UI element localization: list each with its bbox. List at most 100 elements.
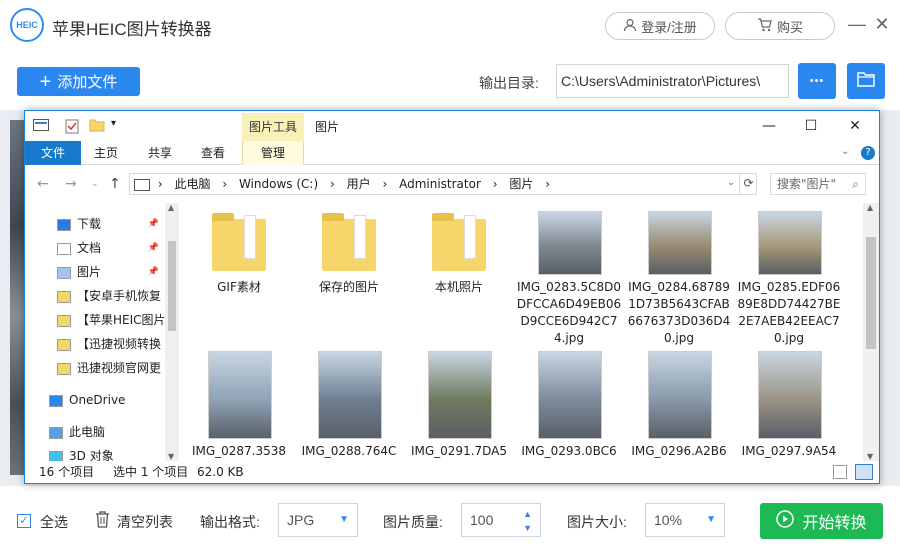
- nav-item-label: 文档: [77, 241, 102, 255]
- more-button[interactable]: •••: [798, 63, 836, 99]
- photo-thumbnail: [758, 211, 822, 275]
- status-size: 62.0 KB: [197, 465, 244, 479]
- address-bar[interactable]: › 此电脑 › Windows (C:) › 用户 › Administrato…: [129, 173, 757, 195]
- large-icons-view-icon[interactable]: [855, 464, 873, 480]
- explorer-minimize-button[interactable]: —: [749, 115, 789, 137]
- explorer-close-button[interactable]: ✕: [835, 115, 875, 137]
- scroll-down-icon[interactable]: ▼: [168, 452, 174, 461]
- start-convert-label: 开始转换: [802, 515, 867, 532]
- minimize-button[interactable]: —: [845, 12, 869, 36]
- nav-item[interactable]: 【迅捷视频转换: [57, 333, 179, 355]
- file-item-label: 保存的图片: [318, 280, 379, 294]
- qat-dropdown-icon[interactable]: ▾: [111, 118, 116, 134]
- file-item-label: IMG_0296.A2B6: [631, 444, 727, 458]
- nav-item-label: OneDrive: [69, 393, 126, 407]
- nav-item[interactable]: 【苹果HEIC图片: [57, 309, 179, 331]
- nav-item[interactable]: 此电脑: [49, 421, 175, 443]
- grid-scrollbar[interactable]: ▲ ▼: [863, 203, 879, 461]
- refresh-icon[interactable]: ⟳: [739, 173, 757, 195]
- size-select[interactable]: 10% ▼: [645, 503, 725, 537]
- format-value: JPG: [287, 512, 315, 528]
- format-select[interactable]: JPG ▼: [278, 503, 358, 537]
- tab-manage[interactable]: 管理: [242, 141, 304, 165]
- buy-label: 购买: [776, 19, 803, 35]
- breadcrumb-pc[interactable]: 此电脑: [174, 177, 210, 191]
- user-icon: [623, 18, 637, 35]
- ribbon-tabs: 文件 主页 共享 查看 管理 ⌄ ?: [25, 141, 879, 165]
- breadcrumb-pictures[interactable]: 图片: [509, 177, 533, 191]
- file-item[interactable]: IMG_0293.0BC6: [515, 351, 623, 460]
- file-item-label: IMG_0283.5C8D0DFCCA6D49EB06D9CCE6D942C74…: [516, 280, 622, 345]
- nav-item[interactable]: 【安卓手机恢复: [57, 285, 179, 307]
- nav-item[interactable]: 迅捷视频官网更: [57, 357, 179, 379]
- file-item[interactable]: IMG_0288.764C: [295, 351, 403, 460]
- explorer-maximize-button[interactable]: ☐: [791, 115, 831, 137]
- file-item[interactable]: GIF素材: [185, 211, 293, 296]
- tab-file[interactable]: 文件: [25, 141, 81, 165]
- buy-button[interactable]: 购买: [725, 12, 835, 40]
- file-item[interactable]: 保存的图片: [295, 211, 403, 296]
- file-item[interactable]: IMG_0297.9A54: [735, 351, 843, 460]
- scroll-up-icon[interactable]: ▲: [867, 203, 873, 212]
- breadcrumb-chevron-icon: ›: [545, 177, 551, 191]
- nav-item[interactable]: 文档 📌: [57, 237, 179, 259]
- nav-item[interactable]: 图片 📌: [57, 261, 179, 283]
- details-view-icon[interactable]: [833, 465, 847, 479]
- breadcrumb-chevron-icon: ›: [157, 177, 163, 191]
- file-item[interactable]: IMG_0284.687891D73B5643CFAB6676373D036D4…: [625, 211, 733, 347]
- file-item[interactable]: IMG_0285.EDF0689E8DD74427BE2E7AEB42EEAC7…: [735, 211, 843, 347]
- scroll-down-icon[interactable]: ▼: [867, 452, 873, 461]
- tab-view[interactable]: 查看: [188, 141, 238, 165]
- nav-item[interactable]: 3D 对象: [49, 445, 175, 461]
- select-all-checkbox[interactable]: ✓: [17, 514, 31, 528]
- properties-icon[interactable]: [65, 118, 79, 134]
- toolbar: + 添加文件 输出目录: C:\Users\Administrator\Pict…: [0, 52, 900, 110]
- nav-item[interactable]: OneDrive: [49, 389, 175, 411]
- open-folder-button[interactable]: [847, 63, 885, 99]
- folder-icon: [212, 213, 266, 271]
- pc-icon: [134, 178, 150, 191]
- file-item-label: IMG_0285.EDF0689E8DD74427BE2E7AEB42EEAC7…: [737, 280, 841, 345]
- back-arrow-icon[interactable]: ←: [37, 176, 49, 192]
- breadcrumb-drive[interactable]: Windows (C:): [239, 177, 318, 191]
- stepper-down-icon[interactable]: ▼: [523, 512, 532, 544]
- nav-item-label: 迅捷视频官网更: [77, 361, 162, 375]
- tab-home[interactable]: 主页: [81, 141, 131, 165]
- ribbon-expand-icon[interactable]: ⌄: [841, 146, 849, 157]
- tab-share[interactable]: 共享: [135, 141, 185, 165]
- nav-item[interactable]: 下载 📌: [57, 213, 179, 235]
- close-button[interactable]: ✕: [870, 12, 894, 36]
- quality-stepper[interactable]: 100 ▲ ▼: [461, 503, 541, 537]
- file-item[interactable]: IMG_0283.5C8D0DFCCA6D49EB06D9CCE6D942C74…: [515, 211, 623, 347]
- output-dir-field[interactable]: C:\Users\Administrator\Pictures\: [556, 64, 789, 98]
- folder-icon: [322, 213, 376, 271]
- file-item[interactable]: 本机照片: [405, 211, 513, 296]
- photo-thumbnail: [538, 211, 602, 275]
- nav-scroll-thumb[interactable]: [168, 241, 176, 331]
- add-file-button[interactable]: + 添加文件: [17, 67, 140, 96]
- breadcrumb-admin[interactable]: Administrator: [399, 177, 481, 191]
- grid-scroll-thumb[interactable]: [866, 237, 876, 349]
- file-item-label: IMG_0297.9A54: [741, 444, 837, 458]
- forward-arrow-icon[interactable]: →: [65, 176, 77, 192]
- file-item[interactable]: IMG_0287.3538: [185, 351, 293, 460]
- dropdown-arrow-icon: ▼: [706, 514, 716, 525]
- photo-thumbnail: [208, 351, 272, 439]
- scroll-up-icon[interactable]: ▲: [168, 203, 174, 212]
- new-folder-icon[interactable]: [89, 118, 105, 134]
- nav-scrollbar[interactable]: ▲ ▼: [165, 203, 179, 461]
- select-all-label[interactable]: 全选: [40, 512, 68, 532]
- help-icon[interactable]: ?: [861, 146, 875, 160]
- breadcrumb-users[interactable]: 用户: [347, 177, 371, 191]
- address-dropdown-icon[interactable]: ⌄: [722, 173, 740, 195]
- start-convert-button[interactable]: 开始转换: [760, 503, 883, 539]
- search-input[interactable]: 搜索"图片" ⌕: [770, 173, 866, 195]
- file-item[interactable]: IMG_0296.A2B6: [625, 351, 733, 460]
- up-arrow-icon[interactable]: ↑: [109, 176, 121, 192]
- recent-dropdown-icon[interactable]: ⌄: [91, 179, 99, 189]
- login-button[interactable]: 登录/注册: [605, 12, 715, 40]
- file-item[interactable]: IMG_0291.7DA5: [405, 351, 513, 460]
- trash-icon[interactable]: [95, 511, 110, 531]
- search-placeholder: 搜索"图片": [777, 177, 837, 191]
- clear-list-button[interactable]: 清空列表: [117, 512, 173, 532]
